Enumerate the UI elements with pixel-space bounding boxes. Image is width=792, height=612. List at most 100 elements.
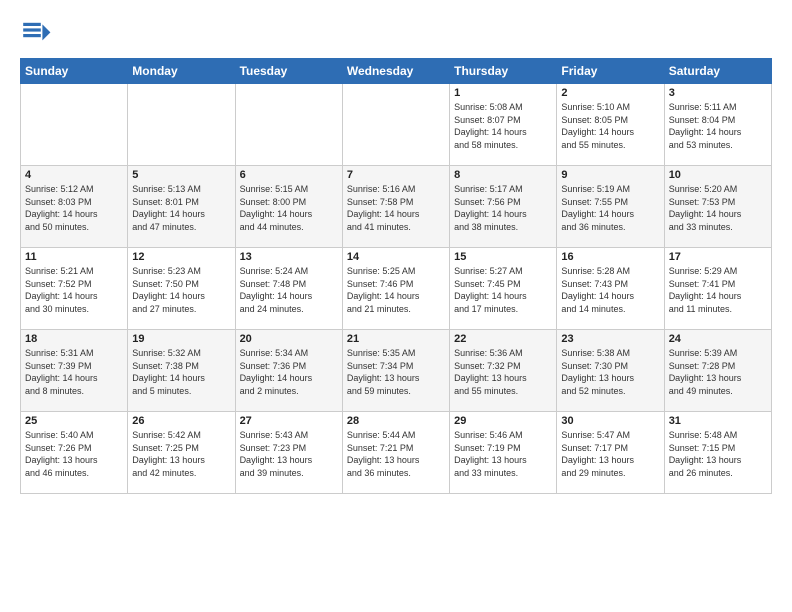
day-number: 10 xyxy=(669,169,767,181)
day-number: 19 xyxy=(132,333,230,345)
calendar-header-wednesday: Wednesday xyxy=(342,59,449,84)
day-detail: Sunrise: 5:42 AM Sunset: 7:25 PM Dayligh… xyxy=(132,429,230,479)
day-detail: Sunrise: 5:28 AM Sunset: 7:43 PM Dayligh… xyxy=(561,265,659,315)
calendar-header-row: SundayMondayTuesdayWednesdayThursdayFrid… xyxy=(21,59,772,84)
day-detail: Sunrise: 5:10 AM Sunset: 8:05 PM Dayligh… xyxy=(561,101,659,151)
day-number: 3 xyxy=(669,87,767,99)
day-detail: Sunrise: 5:32 AM Sunset: 7:38 PM Dayligh… xyxy=(132,347,230,397)
day-detail: Sunrise: 5:25 AM Sunset: 7:46 PM Dayligh… xyxy=(347,265,445,315)
day-number: 30 xyxy=(561,415,659,427)
day-detail: Sunrise: 5:47 AM Sunset: 7:17 PM Dayligh… xyxy=(561,429,659,479)
calendar-cell: 20 Sunrise: 5:34 AM Sunset: 7:36 PM Dayli… xyxy=(235,330,342,412)
calendar-cell: 19 Sunrise: 5:32 AM Sunset: 7:38 PM Dayli… xyxy=(128,330,235,412)
day-number: 26 xyxy=(132,415,230,427)
day-number: 25 xyxy=(25,415,123,427)
day-number: 18 xyxy=(25,333,123,345)
day-detail: Sunrise: 5:13 AM Sunset: 8:01 PM Dayligh… xyxy=(132,183,230,233)
day-number: 31 xyxy=(669,415,767,427)
calendar-week-4: 18 Sunrise: 5:31 AM Sunset: 7:39 PM Dayli… xyxy=(21,330,772,412)
calendar-cell xyxy=(235,84,342,166)
day-number: 28 xyxy=(347,415,445,427)
day-detail: Sunrise: 5:17 AM Sunset: 7:56 PM Dayligh… xyxy=(454,183,552,233)
day-detail: Sunrise: 5:48 AM Sunset: 7:15 PM Dayligh… xyxy=(669,429,767,479)
calendar-cell: 11 Sunrise: 5:21 AM Sunset: 7:52 PM Dayli… xyxy=(21,248,128,330)
calendar-cell: 8 Sunrise: 5:17 AM Sunset: 7:56 PM Daylig… xyxy=(450,166,557,248)
logo xyxy=(20,18,56,50)
calendar-cell: 1Sunrise: 5:08 AM Sunset: 8:07 PM Daylig… xyxy=(450,84,557,166)
calendar-cell: 9Sunrise: 5:19 AM Sunset: 7:55 PM Daylig… xyxy=(557,166,664,248)
calendar-cell: 13 Sunrise: 5:24 AM Sunset: 7:48 PM Dayli… xyxy=(235,248,342,330)
day-detail: Sunrise: 5:44 AM Sunset: 7:21 PM Dayligh… xyxy=(347,429,445,479)
day-detail: Sunrise: 5:35 AM Sunset: 7:34 PM Dayligh… xyxy=(347,347,445,397)
calendar-header-friday: Friday xyxy=(557,59,664,84)
day-number: 14 xyxy=(347,251,445,263)
calendar-cell: 4 Sunrise: 5:12 AM Sunset: 8:03 PM Daylig… xyxy=(21,166,128,248)
calendar-header-monday: Monday xyxy=(128,59,235,84)
day-detail: Sunrise: 5:11 AM Sunset: 8:04 PM Dayligh… xyxy=(669,101,767,151)
calendar-cell: 18 Sunrise: 5:31 AM Sunset: 7:39 PM Dayli… xyxy=(21,330,128,412)
calendar-cell: 10 Sunrise: 5:20 AM Sunset: 7:53 PM Dayli… xyxy=(664,166,771,248)
day-number: 24 xyxy=(669,333,767,345)
calendar-cell: 12Sunrise: 5:23 AM Sunset: 7:50 PM Dayli… xyxy=(128,248,235,330)
day-detail: Sunrise: 5:19 AM Sunset: 7:55 PM Dayligh… xyxy=(561,183,659,233)
calendar-cell: 25 Sunrise: 5:40 AM Sunset: 7:26 PM Dayli… xyxy=(21,412,128,494)
calendar-week-5: 25 Sunrise: 5:40 AM Sunset: 7:26 PM Dayli… xyxy=(21,412,772,494)
day-detail: Sunrise: 5:21 AM Sunset: 7:52 PM Dayligh… xyxy=(25,265,123,315)
day-number: 17 xyxy=(669,251,767,263)
day-detail: Sunrise: 5:15 AM Sunset: 8:00 PM Dayligh… xyxy=(240,183,338,233)
day-number: 2 xyxy=(561,87,659,99)
calendar-cell: 22 Sunrise: 5:36 AM Sunset: 7:32 PM Dayli… xyxy=(450,330,557,412)
day-number: 7 xyxy=(347,169,445,181)
calendar-cell: 6 Sunrise: 5:15 AM Sunset: 8:00 PM Daylig… xyxy=(235,166,342,248)
day-number: 6 xyxy=(240,169,338,181)
day-detail: Sunrise: 5:40 AM Sunset: 7:26 PM Dayligh… xyxy=(25,429,123,479)
calendar-cell: 17Sunrise: 5:29 AM Sunset: 7:41 PM Dayli… xyxy=(664,248,771,330)
day-detail: Sunrise: 5:12 AM Sunset: 8:03 PM Dayligh… xyxy=(25,183,123,233)
calendar: SundayMondayTuesdayWednesdayThursdayFrid… xyxy=(20,58,772,494)
calendar-cell xyxy=(21,84,128,166)
day-number: 22 xyxy=(454,333,552,345)
calendar-cell: 28 Sunrise: 5:44 AM Sunset: 7:21 PM Dayli… xyxy=(342,412,449,494)
calendar-cell xyxy=(342,84,449,166)
calendar-week-2: 4 Sunrise: 5:12 AM Sunset: 8:03 PM Daylig… xyxy=(21,166,772,248)
day-number: 4 xyxy=(25,169,123,181)
calendar-week-1: 1Sunrise: 5:08 AM Sunset: 8:07 PM Daylig… xyxy=(21,84,772,166)
calendar-cell: 5 Sunrise: 5:13 AM Sunset: 8:01 PM Daylig… xyxy=(128,166,235,248)
day-detail: Sunrise: 5:24 AM Sunset: 7:48 PM Dayligh… xyxy=(240,265,338,315)
day-detail: Sunrise: 5:16 AM Sunset: 7:58 PM Dayligh… xyxy=(347,183,445,233)
day-number: 1 xyxy=(454,87,552,99)
calendar-cell: 23 Sunrise: 5:38 AM Sunset: 7:30 PM Dayli… xyxy=(557,330,664,412)
logo-icon xyxy=(20,18,52,50)
calendar-header-sunday: Sunday xyxy=(21,59,128,84)
calendar-header-thursday: Thursday xyxy=(450,59,557,84)
calendar-cell: 26 Sunrise: 5:42 AM Sunset: 7:25 PM Dayli… xyxy=(128,412,235,494)
calendar-cell: 27Sunrise: 5:43 AM Sunset: 7:23 PM Dayli… xyxy=(235,412,342,494)
day-detail: Sunrise: 5:39 AM Sunset: 7:28 PM Dayligh… xyxy=(669,347,767,397)
calendar-cell: 29Sunrise: 5:46 AM Sunset: 7:19 PM Dayli… xyxy=(450,412,557,494)
calendar-header-tuesday: Tuesday xyxy=(235,59,342,84)
calendar-cell: 3 Sunrise: 5:11 AM Sunset: 8:04 PM Daylig… xyxy=(664,84,771,166)
day-number: 13 xyxy=(240,251,338,263)
day-number: 21 xyxy=(347,333,445,345)
day-detail: Sunrise: 5:34 AM Sunset: 7:36 PM Dayligh… xyxy=(240,347,338,397)
day-number: 5 xyxy=(132,169,230,181)
calendar-cell xyxy=(128,84,235,166)
calendar-cell: 16Sunrise: 5:28 AM Sunset: 7:43 PM Dayli… xyxy=(557,248,664,330)
calendar-cell: 15Sunrise: 5:27 AM Sunset: 7:45 PM Dayli… xyxy=(450,248,557,330)
day-number: 27 xyxy=(240,415,338,427)
calendar-week-3: 11 Sunrise: 5:21 AM Sunset: 7:52 PM Dayli… xyxy=(21,248,772,330)
calendar-cell: 24 Sunrise: 5:39 AM Sunset: 7:28 PM Dayli… xyxy=(664,330,771,412)
day-detail: Sunrise: 5:38 AM Sunset: 7:30 PM Dayligh… xyxy=(561,347,659,397)
day-number: 8 xyxy=(454,169,552,181)
calendar-cell: 14 Sunrise: 5:25 AM Sunset: 7:46 PM Dayli… xyxy=(342,248,449,330)
day-number: 20 xyxy=(240,333,338,345)
day-number: 23 xyxy=(561,333,659,345)
calendar-cell: 7 Sunrise: 5:16 AM Sunset: 7:58 PM Daylig… xyxy=(342,166,449,248)
calendar-cell: 21 Sunrise: 5:35 AM Sunset: 7:34 PM Dayli… xyxy=(342,330,449,412)
day-detail: Sunrise: 5:31 AM Sunset: 7:39 PM Dayligh… xyxy=(25,347,123,397)
day-number: 11 xyxy=(25,251,123,263)
day-detail: Sunrise: 5:20 AM Sunset: 7:53 PM Dayligh… xyxy=(669,183,767,233)
day-detail: Sunrise: 5:36 AM Sunset: 7:32 PM Dayligh… xyxy=(454,347,552,397)
day-number: 29 xyxy=(454,415,552,427)
day-detail: Sunrise: 5:23 AM Sunset: 7:50 PM Dayligh… xyxy=(132,265,230,315)
